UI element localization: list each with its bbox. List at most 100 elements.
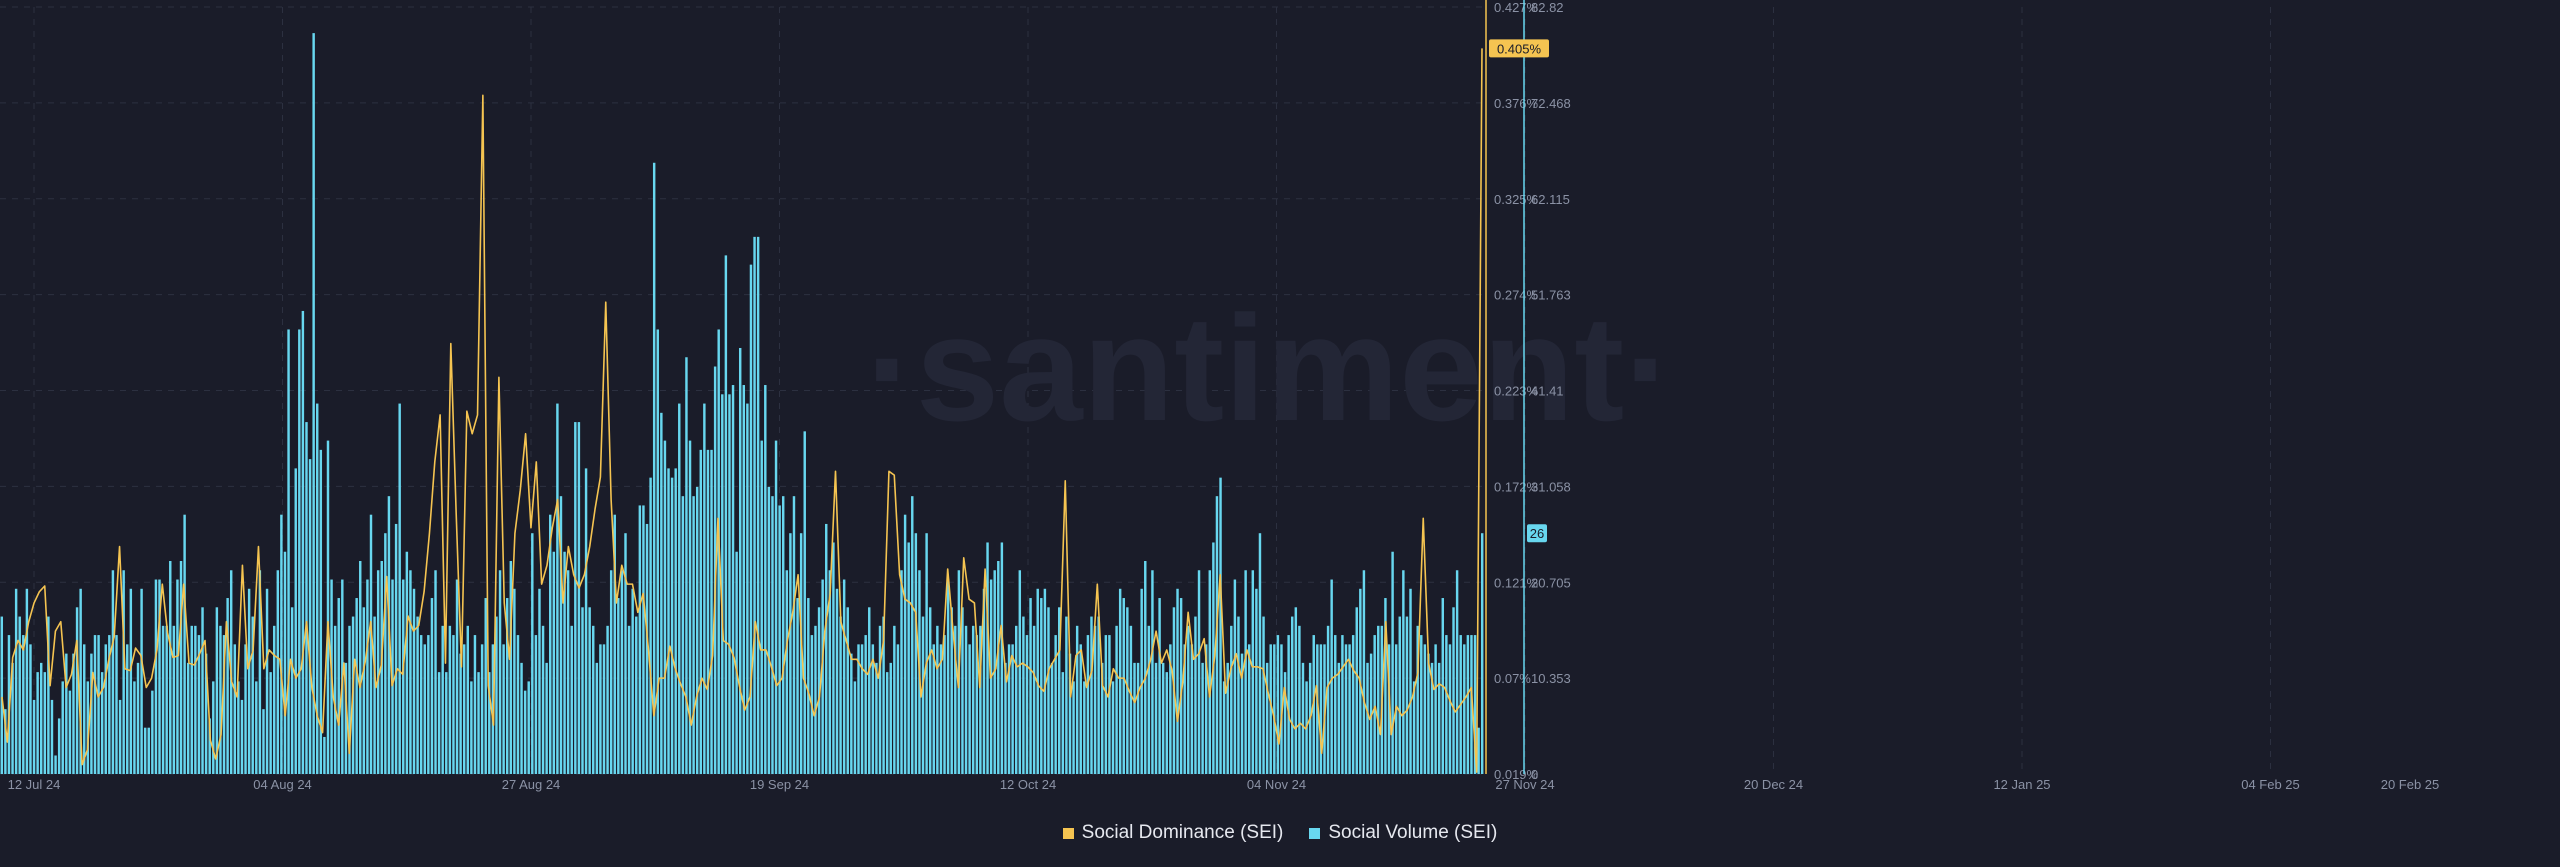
social-volume-bar — [853, 681, 857, 774]
social-volume-bar — [448, 625, 452, 774]
legend-item-social-dominance[interactable]: Social Dominance (SEI) — [1062, 822, 1284, 844]
social-volume-bar — [25, 588, 29, 774]
social-volume-bar — [298, 329, 301, 774]
x-tick-label: 27 Nov 24 — [1495, 777, 1554, 792]
social-volume-bar — [1247, 644, 1251, 774]
social-volume-bar — [545, 662, 548, 774]
social-volume-bar — [1230, 625, 1233, 774]
social-volume-bar — [190, 625, 193, 774]
y-right-tick-label: 10.353 — [1531, 671, 1571, 686]
social-volume-bar — [1377, 625, 1380, 774]
social-volume-bar — [764, 385, 767, 774]
social-volume-bar — [115, 635, 118, 774]
social-volume-bar — [738, 347, 742, 774]
social-volume-bar — [1362, 570, 1366, 774]
social-volume-bar — [1402, 570, 1405, 774]
social-volume-bar — [409, 570, 412, 774]
social-volume-bar — [1298, 625, 1301, 774]
social-volume-bar — [1337, 662, 1341, 774]
social-volume-bar — [1108, 635, 1111, 774]
social-volume-bar — [194, 625, 197, 774]
social-volume-bar — [40, 662, 43, 774]
social-volume-bar — [900, 570, 903, 774]
x-tick-label: 04 Aug 24 — [253, 777, 312, 792]
social-volume-bar — [1072, 681, 1075, 774]
social-volume-bar — [1176, 588, 1179, 774]
social-volume-bar — [473, 635, 477, 774]
social-volume-bar — [584, 468, 588, 774]
social-volume-bar — [681, 496, 685, 774]
social-volume-bar — [885, 672, 889, 774]
social-volume-bar — [1455, 570, 1459, 774]
social-volume-bar — [850, 653, 853, 774]
social-volume-bar — [674, 468, 677, 774]
social-volume-bar — [1301, 662, 1305, 774]
y-right-tick-label: 62.115 — [1531, 192, 1570, 207]
social-volume-bar — [695, 486, 699, 774]
social-volume-bar — [943, 635, 946, 774]
social-volume-bar — [111, 570, 115, 774]
social-volume-bar — [649, 477, 652, 774]
social-volume-bar — [703, 403, 706, 774]
x-tick-label: 20 Feb 25 — [2381, 777, 2440, 792]
social-volume-bar — [1355, 607, 1358, 774]
x-tick-label: 04 Nov 24 — [1247, 777, 1306, 792]
social-volume-bar — [652, 162, 656, 774]
social-volume-bar — [1420, 635, 1423, 774]
social-volume-bar — [592, 625, 595, 774]
social-volume-bar — [0, 616, 4, 774]
social-volume-bar — [129, 588, 133, 774]
social-volume-bar — [445, 672, 448, 774]
social-volume-bar — [602, 644, 606, 774]
social-volume-bar — [151, 690, 154, 774]
social-volume-bar — [825, 523, 828, 774]
social-volume-bar — [201, 607, 204, 774]
social-volume-bar — [480, 644, 484, 774]
legend-label-dominance: Social Dominance (SEI) — [1081, 822, 1284, 843]
social-volume-bar — [1409, 588, 1412, 774]
social-volume-bar — [807, 598, 810, 774]
social-volume-bar — [1158, 598, 1161, 774]
social-volume-bar — [29, 644, 32, 774]
watermark: ·santiment· — [866, 284, 1674, 452]
social-volume-bar — [1151, 570, 1154, 774]
y-right-tick-label: 20.705 — [1531, 575, 1571, 590]
social-volume-bar — [835, 588, 839, 774]
social-volume-bar — [581, 607, 584, 774]
social-volume-bar — [14, 588, 18, 774]
social-volume-bar — [627, 625, 631, 774]
social-volume-bar — [1291, 616, 1294, 774]
social-volume-bar — [803, 431, 806, 774]
social-volume-bar — [534, 635, 538, 774]
social-volume-bar — [1405, 616, 1409, 774]
social-volume-bar — [290, 607, 294, 774]
social-volume-bar — [283, 551, 287, 774]
legend-item-social-volume[interactable]: Social Volume (SEI) — [1309, 822, 1497, 844]
social-volume-bar — [359, 561, 362, 774]
social-volume-bar — [552, 551, 556, 774]
social-volume-bar — [527, 681, 530, 774]
x-tick-label: 19 Sep 24 — [750, 777, 809, 792]
social-volume-bar — [864, 635, 867, 774]
social-volume-bar — [925, 533, 928, 774]
social-volume-bar — [1154, 662, 1158, 774]
social-volume-bar — [165, 625, 168, 774]
social-volume-bar — [93, 635, 97, 774]
social-volume-bar — [663, 440, 667, 774]
social-volume-bar — [1237, 616, 1240, 774]
social-volume-bar — [710, 449, 713, 774]
social-volume-bar — [566, 570, 570, 774]
social-volume-bar — [423, 644, 426, 774]
social-volume-bar — [997, 561, 1000, 774]
social-volume-bar — [513, 588, 516, 774]
social-volume-bar — [308, 459, 312, 774]
social-volume-bar — [1122, 598, 1125, 774]
social-volume-bar — [326, 440, 330, 774]
social-volume-bar — [1047, 607, 1050, 774]
social-volume-bar — [459, 653, 462, 774]
social-volume-bar — [577, 422, 581, 774]
social-volume-bar — [620, 570, 624, 774]
social-volume-bar — [265, 588, 269, 774]
social-volume-bar — [1477, 727, 1480, 774]
social-volume-bar — [287, 329, 290, 774]
